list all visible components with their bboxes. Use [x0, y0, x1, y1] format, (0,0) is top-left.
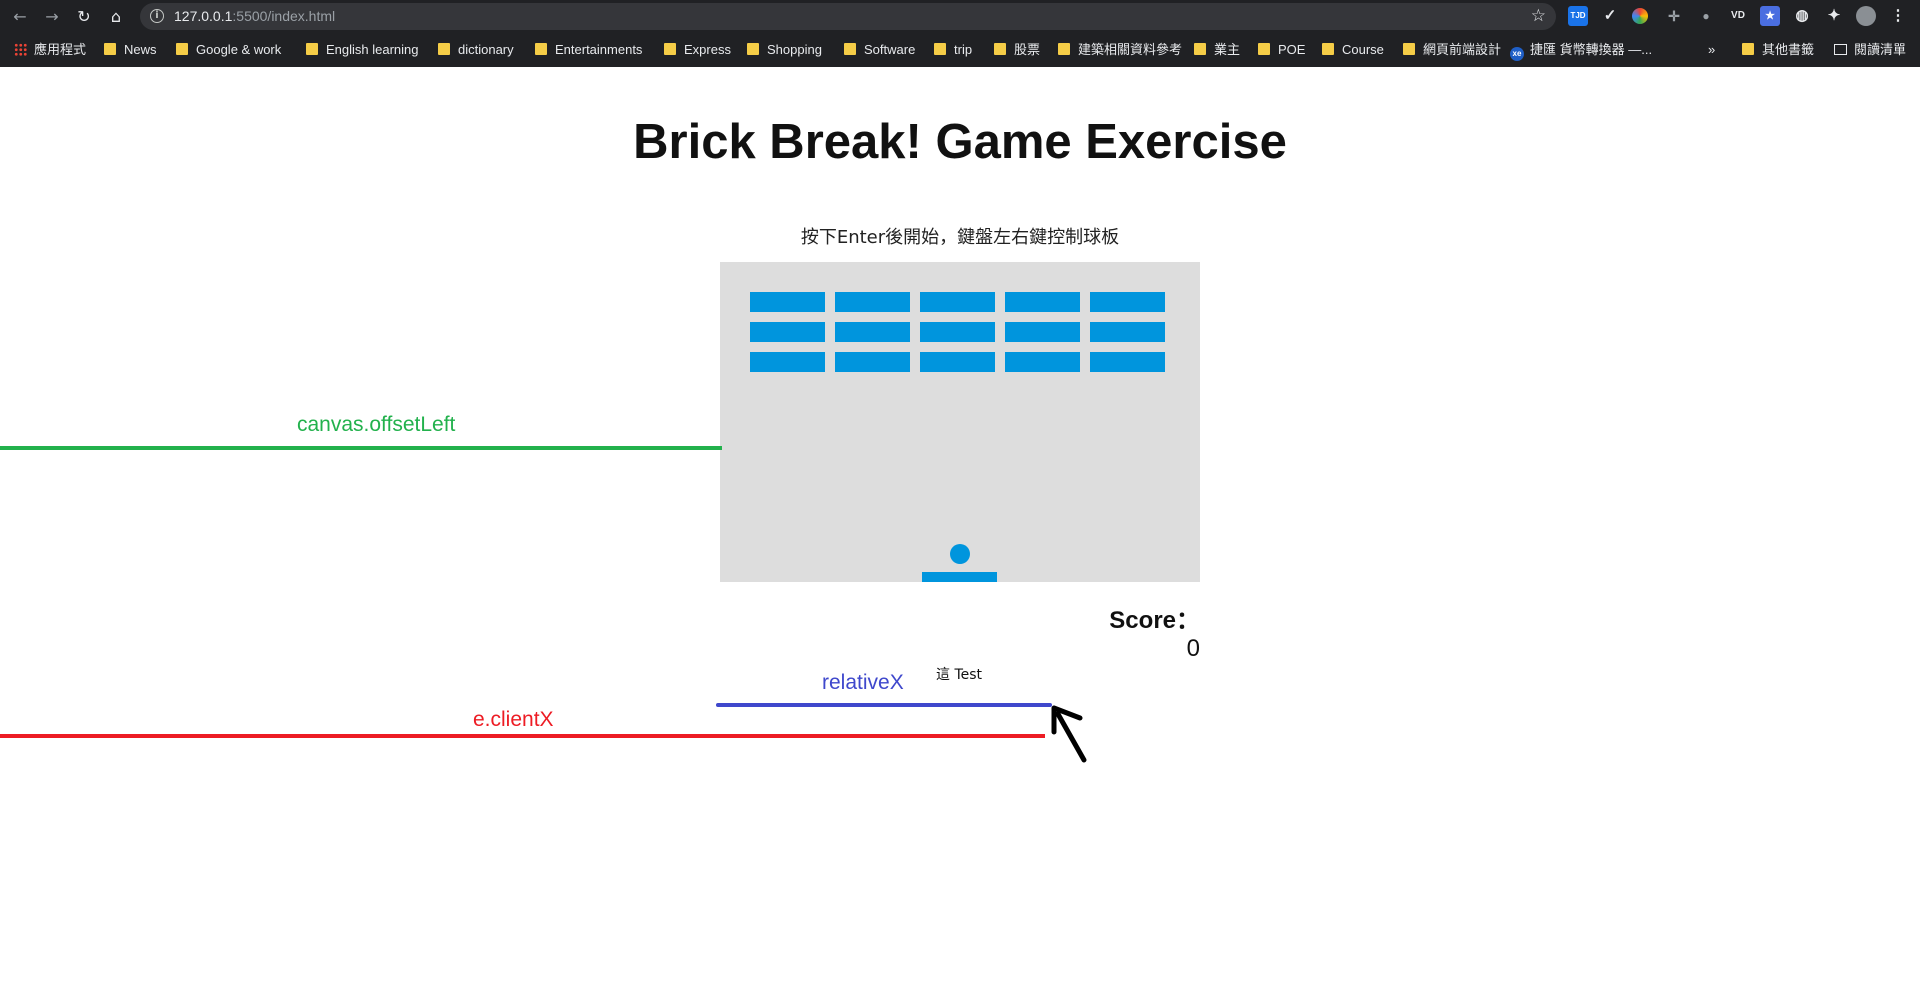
mouse-pointer-arrow-icon [1051, 705, 1087, 763]
folder-icon [994, 43, 1006, 55]
score-label: Score： [1109, 607, 1200, 634]
game-instructions: 按下Enter後開始，鍵盤左右鍵控制球板 [800, 227, 1120, 248]
check-extension-icon[interactable]: ✓ [1600, 6, 1620, 26]
folder-icon [176, 43, 188, 55]
bookmarks-overflow-button[interactable]: » [1708, 41, 1715, 59]
bookmark-architecture[interactable]: 建築相關資料參考 [1058, 41, 1182, 59]
bookmark-xe-currency[interactable]: xe 捷匯 貨幣轉換器 —... [1510, 41, 1652, 61]
profile-avatar-icon[interactable] [1856, 6, 1876, 26]
bookmark-star-icon[interactable]: ☆ [1531, 6, 1546, 26]
brick [920, 292, 995, 312]
client-x-line [0, 734, 1045, 738]
apps-grid-icon [14, 43, 27, 56]
grid-extension-icon[interactable]: ✛ [1664, 6, 1684, 26]
bookmark-owner[interactable]: 業主 [1194, 41, 1240, 59]
brick [920, 352, 995, 372]
folder-icon [1403, 43, 1415, 55]
tjd-extension-icon[interactable]: TJD [1568, 6, 1588, 26]
test-text: 這 Test [936, 667, 983, 683]
page-title: Brick Break! Game Exercise [633, 115, 1287, 169]
offset-left-label: canvas.offsetLeft [297, 413, 456, 436]
xe-icon: xe [1510, 47, 1524, 61]
bookmark-entertainments[interactable]: Entertainments [535, 41, 642, 59]
home-icon[interactable]: ⌂ [106, 7, 126, 27]
folder-icon [306, 43, 318, 55]
client-x-label: e.clientX [473, 708, 554, 731]
color-extension-icon[interactable] [1632, 8, 1648, 24]
bookmark-extension-icon[interactable]: ★ [1760, 6, 1780, 26]
paddle [922, 572, 997, 582]
forward-icon[interactable]: → [42, 7, 62, 27]
bookmark-software[interactable]: Software [844, 41, 915, 59]
folder-icon [535, 43, 547, 55]
more-menu-icon[interactable]: ⋮ [1888, 6, 1908, 26]
vd-extension-icon[interactable]: VD [1728, 6, 1748, 26]
relative-x-line [716, 703, 1052, 707]
folder-icon [1058, 43, 1070, 55]
bookmark-stocks[interactable]: 股票 [994, 41, 1040, 59]
brick [1090, 352, 1165, 372]
folder-icon [1742, 43, 1754, 55]
score-value: 0 [1186, 635, 1200, 662]
bookmark-news[interactable]: News [104, 41, 157, 59]
bookmark-apps[interactable]: 應用程式 [14, 41, 86, 59]
site-info-icon[interactable]: i [150, 9, 164, 23]
score-display: Score：0 [1100, 600, 1200, 665]
bookmarks-bar: 應用程式 News Google & work English learning… [0, 37, 1920, 63]
bookmark-trip[interactable]: trip [934, 41, 972, 59]
ball [950, 544, 970, 564]
bookmark-frontend-design[interactable]: 網頁前端設計 [1403, 41, 1501, 59]
bookmark-dictionary[interactable]: dictionary [438, 41, 514, 59]
folder-icon [1194, 43, 1206, 55]
folder-icon [844, 43, 856, 55]
reading-list-icon [1834, 44, 1847, 55]
brick [835, 352, 910, 372]
bookmark-poe[interactable]: POE [1258, 41, 1305, 59]
folder-icon [934, 43, 946, 55]
globe-extension-icon[interactable]: ◍ [1792, 6, 1812, 26]
browser-chrome: ← → ↻ ⌂ i 127.0.0.1:5500/index.html ☆ TJ… [0, 0, 1920, 67]
bookmark-english-learning[interactable]: English learning [306, 41, 419, 59]
brick [1005, 352, 1080, 372]
bookmark-google-work[interactable]: Google & work [176, 41, 281, 59]
brick [835, 322, 910, 342]
folder-icon [747, 43, 759, 55]
brick [920, 322, 995, 342]
url-text[interactable]: 127.0.0.1:5500/index.html [174, 8, 335, 24]
pin-extension-icon[interactable]: ● [1696, 6, 1716, 26]
brick [750, 352, 825, 372]
bookmark-other[interactable]: 其他書籤 [1742, 41, 1814, 59]
bookmark-express[interactable]: Express [664, 41, 731, 59]
puzzle-extensions-icon[interactable]: ✦ [1824, 6, 1844, 26]
game-canvas[interactable] [720, 262, 1200, 582]
reload-icon[interactable]: ↻ [74, 7, 94, 27]
brick [1090, 322, 1165, 342]
folder-icon [1322, 43, 1334, 55]
folder-icon [104, 43, 116, 55]
reading-list-button[interactable]: 閱讀清單 [1834, 41, 1906, 59]
address-bar[interactable]: i 127.0.0.1:5500/index.html ☆ [140, 3, 1556, 30]
brick [1090, 292, 1165, 312]
brick [1005, 322, 1080, 342]
brick [835, 292, 910, 312]
offset-left-line [0, 446, 722, 450]
back-icon[interactable]: ← [10, 7, 30, 27]
folder-icon [664, 43, 676, 55]
brick [1005, 292, 1080, 312]
browser-toolbar: ← → ↻ ⌂ i 127.0.0.1:5500/index.html ☆ TJ… [0, 0, 1920, 33]
brick [750, 322, 825, 342]
brick [750, 292, 825, 312]
relative-x-label: relativeX [822, 671, 904, 694]
folder-icon [438, 43, 450, 55]
bookmark-shopping[interactable]: Shopping [747, 41, 822, 59]
folder-icon [1258, 43, 1270, 55]
bookmark-course[interactable]: Course [1322, 41, 1384, 59]
